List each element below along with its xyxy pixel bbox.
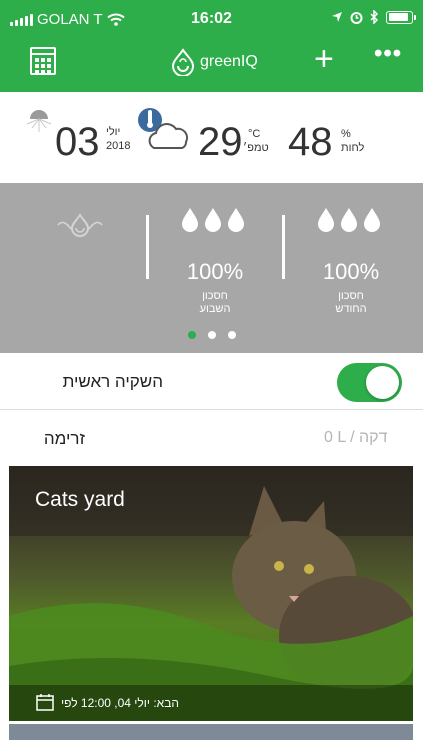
monthly-savings-percent: 100% (322, 259, 380, 284)
main-irrigation-toggle[interactable] (337, 363, 402, 402)
top-bar: GOLAN T 16:02 greenIQ + ••• (0, 0, 423, 92)
weather-year: 2018 (106, 140, 131, 152)
more-button[interactable]: ••• (374, 40, 402, 68)
humidity-unit: % (341, 128, 351, 140)
weekly-savings-label-line2: השבוע (199, 303, 231, 315)
temperature-value: 29 (198, 120, 243, 164)
flow-label: זרימה (43, 429, 85, 448)
battery-icon (386, 10, 416, 24)
cloudy-thermometer-icon (138, 108, 189, 149)
humidity-value: 48 (288, 120, 333, 164)
alarm-icon (350, 11, 363, 24)
pager-dot[interactable] (207, 331, 216, 339)
weekly-savings-label: חסכון השבוע (155, 290, 275, 316)
water-drops-icon (180, 207, 246, 233)
bluetooth-icon (370, 10, 379, 24)
monthly-savings-label: חסכון החודש (291, 290, 411, 316)
next-zone-card-peek[interactable] (9, 724, 413, 740)
weather-strip: 03 יולי 2018 29 °C טמפ׳ 48 % לחות (0, 92, 423, 180)
monthly-savings-label-line2: החודש (335, 303, 367, 315)
zone-next-run: הבא: יולי 04, 12:00 לפי (61, 696, 179, 710)
savings-carousel[interactable]: 100% חסכון השבוע 100% חסכון החודש (0, 183, 423, 353)
location-arrow-icon (332, 12, 342, 22)
water-drops-icon (316, 207, 382, 233)
weather-month: יולי (106, 126, 121, 138)
temperature-label: טמפ׳ (243, 142, 269, 154)
carousel-pager[interactable] (0, 331, 423, 339)
add-button[interactable]: + (314, 42, 334, 76)
savings-divider (146, 215, 149, 279)
greeniq-logo-icon (171, 48, 195, 76)
calendar-button[interactable] (30, 47, 56, 75)
zone-card[interactable]: Cats yard הבא: יולי 04, 12:00 לפי (9, 466, 413, 721)
calendar-icon (35, 58, 52, 74)
flow-value: 0 L / דקה (324, 429, 388, 446)
weekly-savings-percent: 100% (186, 259, 244, 284)
zone-next-run-bar: הבא: יולי 04, 12:00 לפי (9, 685, 413, 721)
flow-row: 0 L / דקה זרימה (0, 410, 423, 466)
app-logo: greenIQ (170, 48, 258, 76)
weekly-savings-label-line1: חסכון (202, 290, 228, 302)
savings-divider (282, 215, 285, 279)
lamp-icon (26, 110, 52, 132)
greeniq-emblem-icon (57, 213, 103, 237)
humidity-label: לחות (341, 142, 365, 154)
status-bar: GOLAN T 16:02 (0, 0, 423, 40)
pager-dot[interactable] (187, 331, 196, 339)
zone-name: Cats yard (35, 488, 125, 511)
main-irrigation-row: השקיה ראשית (0, 353, 423, 410)
nav-bar: greenIQ + ••• (0, 40, 423, 92)
logo-text: greenIQ (200, 53, 258, 70)
pager-dot[interactable] (227, 331, 236, 339)
calendar-icon (36, 694, 54, 711)
temperature-unit: °C (248, 128, 261, 140)
main-irrigation-label: השקיה ראשית (62, 372, 163, 391)
weather-day: 03 (55, 120, 100, 164)
monthly-savings-label-line1: חסכון (338, 290, 364, 302)
